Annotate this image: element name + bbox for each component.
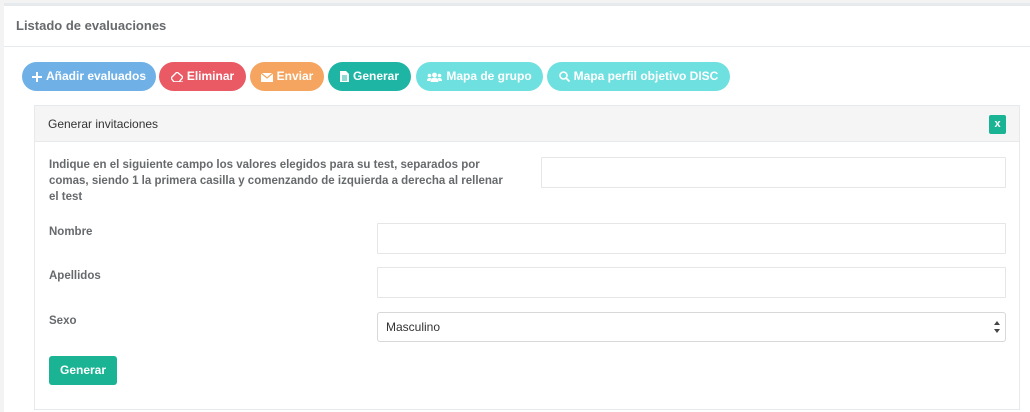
document-icon — [339, 71, 349, 82]
invitations-title: Generar invitaciones — [48, 117, 159, 131]
generate-button[interactable]: Generar — [328, 62, 411, 91]
search-icon — [558, 71, 570, 83]
name-input[interactable] — [377, 223, 1006, 254]
group-map-button[interactable]: Mapa de grupo — [416, 62, 543, 91]
surname-input[interactable] — [377, 267, 1006, 298]
generate-invitations-panel: Generar invitaciones x Indique en el sig… — [34, 105, 1020, 410]
invitations-header: Generar invitaciones x — [35, 106, 1019, 142]
users-icon — [427, 72, 443, 82]
sex-select-value: Masculino — [386, 320, 441, 334]
generate-submit-button[interactable]: Generar — [49, 356, 117, 385]
panel-title: Listado de evaluaciones — [16, 18, 167, 33]
sex-select[interactable]: Masculino — [377, 312, 1006, 342]
plus-icon — [31, 72, 42, 82]
surname-label: Apellidos — [49, 270, 101, 282]
evaluations-panel: Listado de evaluaciones Añadir evaluados… — [4, 3, 1030, 412]
select-arrows-icon — [994, 321, 1000, 333]
sex-label: Sexo — [49, 315, 77, 327]
add-evaluated-button[interactable]: Añadir evaluados — [22, 62, 156, 91]
values-label: Indique en el siguiente campo los valore… — [49, 159, 503, 203]
values-input[interactable] — [541, 157, 1006, 188]
send-button[interactable]: Enviar — [250, 62, 324, 91]
name-label: Nombre — [49, 226, 93, 238]
envelope-icon — [260, 72, 274, 82]
close-button[interactable]: x — [989, 115, 1006, 134]
disc-profile-map-button[interactable]: Mapa perfil objetivo DISC — [547, 62, 730, 91]
panel-header: Listado de evaluaciones — [4, 6, 1030, 47]
eraser-icon — [169, 71, 184, 83]
delete-button[interactable]: Eliminar — [159, 62, 246, 91]
